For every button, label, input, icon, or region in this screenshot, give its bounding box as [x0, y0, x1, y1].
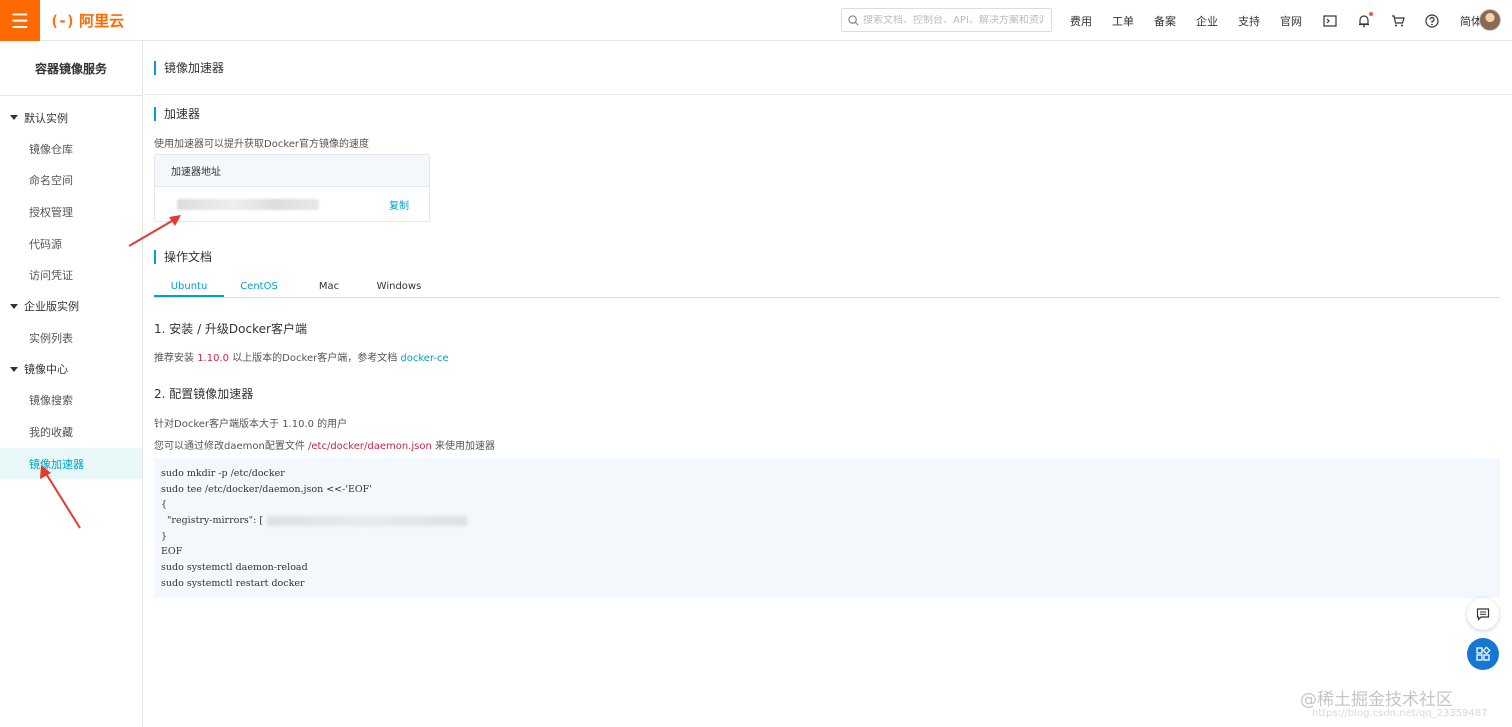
aliyun-logo[interactable]: (-) 阿里云 [50, 0, 124, 41]
page-title: 镜像加速器 [154, 60, 224, 75]
watermark-url: https://blog.csdn.net/qq_23359487 [1312, 708, 1488, 719]
tab-windows[interactable]: Windows [364, 277, 434, 297]
docs-section-title: 操作文档 [154, 250, 213, 264]
sidebar-group-image-center[interactable]: 镜像中心 [0, 354, 142, 385]
daemon-json-path: /etc/docker/daemon.json [308, 441, 432, 452]
step2-line2-before: 您可以通过修改daemon配置文件 [154, 441, 305, 452]
sidebar-item-instance-list[interactable]: 实例列表 [0, 322, 142, 354]
page-header: 镜像加速器 [144, 41, 1512, 95]
code-line: sudo tee /etc/docker/daemon.json <<-'EOF… [161, 483, 372, 495]
step1-text-before: 推荐安装 [154, 353, 194, 364]
step1-text-middle: 以上版本的Docker客户端，参考文档 [232, 353, 398, 364]
sidebar-group-label: 默认实例 [24, 111, 68, 125]
help-icon[interactable] [1424, 13, 1440, 29]
top-link-tickets[interactable]: 工单 [1112, 13, 1134, 29]
step2-line1: 针对Docker客户端版本大于 1.10.0 的用户 [154, 419, 348, 430]
top-link-support[interactable]: 支持 [1238, 13, 1260, 29]
sidebar-group-enterprise-instance[interactable]: 企业版实例 [0, 291, 142, 322]
apps-icon [1476, 646, 1491, 661]
hamburger-icon[interactable]: ☰ [0, 0, 40, 41]
sidebar-group-default-instance[interactable]: 默认实例 [0, 102, 142, 133]
top-link-icp[interactable]: 备案 [1154, 13, 1176, 29]
code-line-text: "registry-mirrors": [ [161, 515, 264, 527]
tab-ubuntu[interactable]: Ubuntu [154, 277, 224, 297]
docs-section-title-wrap: 操作文档 [154, 250, 213, 264]
step1-text: 推荐安装 1.10.0 以上版本的Docker客户端，参考文档 docker-c… [154, 349, 449, 364]
sidebar-item-authorization[interactable]: 授权管理 [0, 196, 142, 228]
os-tabs: Ubuntu CentOS Mac Windows [154, 277, 1500, 298]
top-link-official[interactable]: 官网 [1280, 13, 1302, 29]
top-navbar: ☰ (-) 阿里云 费用 工单 备案 企业 支持 官网 简体 [0, 0, 1512, 41]
annotation-arrow-address [128, 215, 181, 247]
step1-version: 1.10.0 [197, 353, 229, 364]
sidebar-item-favorites[interactable]: 我的收藏 [0, 416, 142, 448]
terminal-icon[interactable] [1322, 13, 1338, 29]
sidebar: 容器镜像服务 默认实例 镜像仓库 命名空间 授权管理 代码源 访问凭证 企业版实… [0, 41, 143, 727]
notification-dot [1369, 11, 1373, 16]
code-line: { [161, 499, 168, 511]
sidebar-title: 容器镜像服务 [0, 41, 142, 96]
code-block[interactable]: sudo mkdir -p /etc/docker sudo tee /etc/… [154, 458, 1500, 598]
annotation-arrow-sidebar [40, 465, 81, 529]
chat-icon [1476, 608, 1490, 621]
code-line: sudo systemctl daemon-reload [161, 562, 308, 574]
sidebar-item-image-search[interactable]: 镜像搜索 [0, 385, 142, 417]
code-line: sudo mkdir -p /etc/docker [161, 468, 285, 479]
sidebar-item-namespaces[interactable]: 命名空间 [0, 165, 142, 197]
chat-float-button[interactable] [1467, 598, 1499, 630]
caret-down-icon [10, 366, 18, 372]
code-line: } [161, 530, 168, 542]
step2-line2-after: 来使用加速器 [435, 441, 495, 452]
top-link-enterprise[interactable]: 企业 [1196, 13, 1218, 29]
top-link-fees[interactable]: 费用 [1070, 13, 1092, 29]
apps-float-button[interactable] [1467, 638, 1499, 670]
sidebar-group-label: 企业版实例 [24, 300, 79, 314]
accelerator-address-redacted [177, 199, 319, 210]
accelerator-section-title-wrap: 加速器 [154, 107, 201, 121]
cart-icon[interactable] [1390, 13, 1406, 29]
avatar[interactable] [1479, 9, 1501, 31]
step1-title: 1. 安装 / 升级Docker客户端 [154, 322, 307, 336]
sidebar-item-code-source[interactable]: 代码源 [0, 228, 142, 260]
accelerator-address-row: 复制 [155, 187, 429, 222]
accelerator-description: 使用加速器可以提升获取Docker官方镜像的速度 [154, 139, 370, 150]
sidebar-item-repositories[interactable]: 镜像仓库 [0, 133, 142, 165]
caret-down-icon [10, 115, 18, 120]
watermark: @稀土掘金技术社区 [1300, 690, 1453, 710]
search-box[interactable] [841, 8, 1052, 32]
caret-down-icon [10, 303, 18, 309]
step2-line2: 您可以通过修改daemon配置文件 /etc/docker/daemon.jso… [154, 437, 495, 452]
main-content: 镜像加速器 加速器 使用加速器可以提升获取Docker官方镜像的速度 加速器地址… [144, 41, 1512, 727]
search-input[interactable] [863, 14, 1043, 26]
tab-mac[interactable]: Mac [294, 277, 364, 297]
search-icon [848, 14, 859, 26]
accelerator-address-box: 加速器地址 复制 [154, 154, 430, 222]
step2-title: 2. 配置镜像加速器 [154, 387, 254, 401]
accelerator-address-header: 加速器地址 [155, 155, 429, 187]
docker-ce-link[interactable]: docker-ce [400, 353, 448, 364]
accelerator-section-title: 加速器 [154, 107, 201, 121]
mirror-url-redacted [267, 515, 468, 526]
code-line: EOF [161, 546, 183, 558]
logo-text: 阿里云 [79, 12, 125, 30]
sidebar-group-label: 镜像中心 [24, 363, 68, 377]
code-line: sudo systemctl restart docker [161, 577, 305, 589]
tab-centos[interactable]: CentOS [224, 277, 294, 297]
code-line-registry-mirrors: "registry-mirrors": [ [161, 513, 1493, 529]
bell-icon[interactable] [1356, 11, 1373, 29]
sidebar-item-access-credentials[interactable]: 访问凭证 [0, 259, 142, 291]
logo-mark: (-) [50, 11, 75, 30]
top-links: 费用 工单 备案 企业 支持 官网 简体 [1070, 0, 1482, 41]
copy-button[interactable]: 复制 [389, 197, 409, 212]
